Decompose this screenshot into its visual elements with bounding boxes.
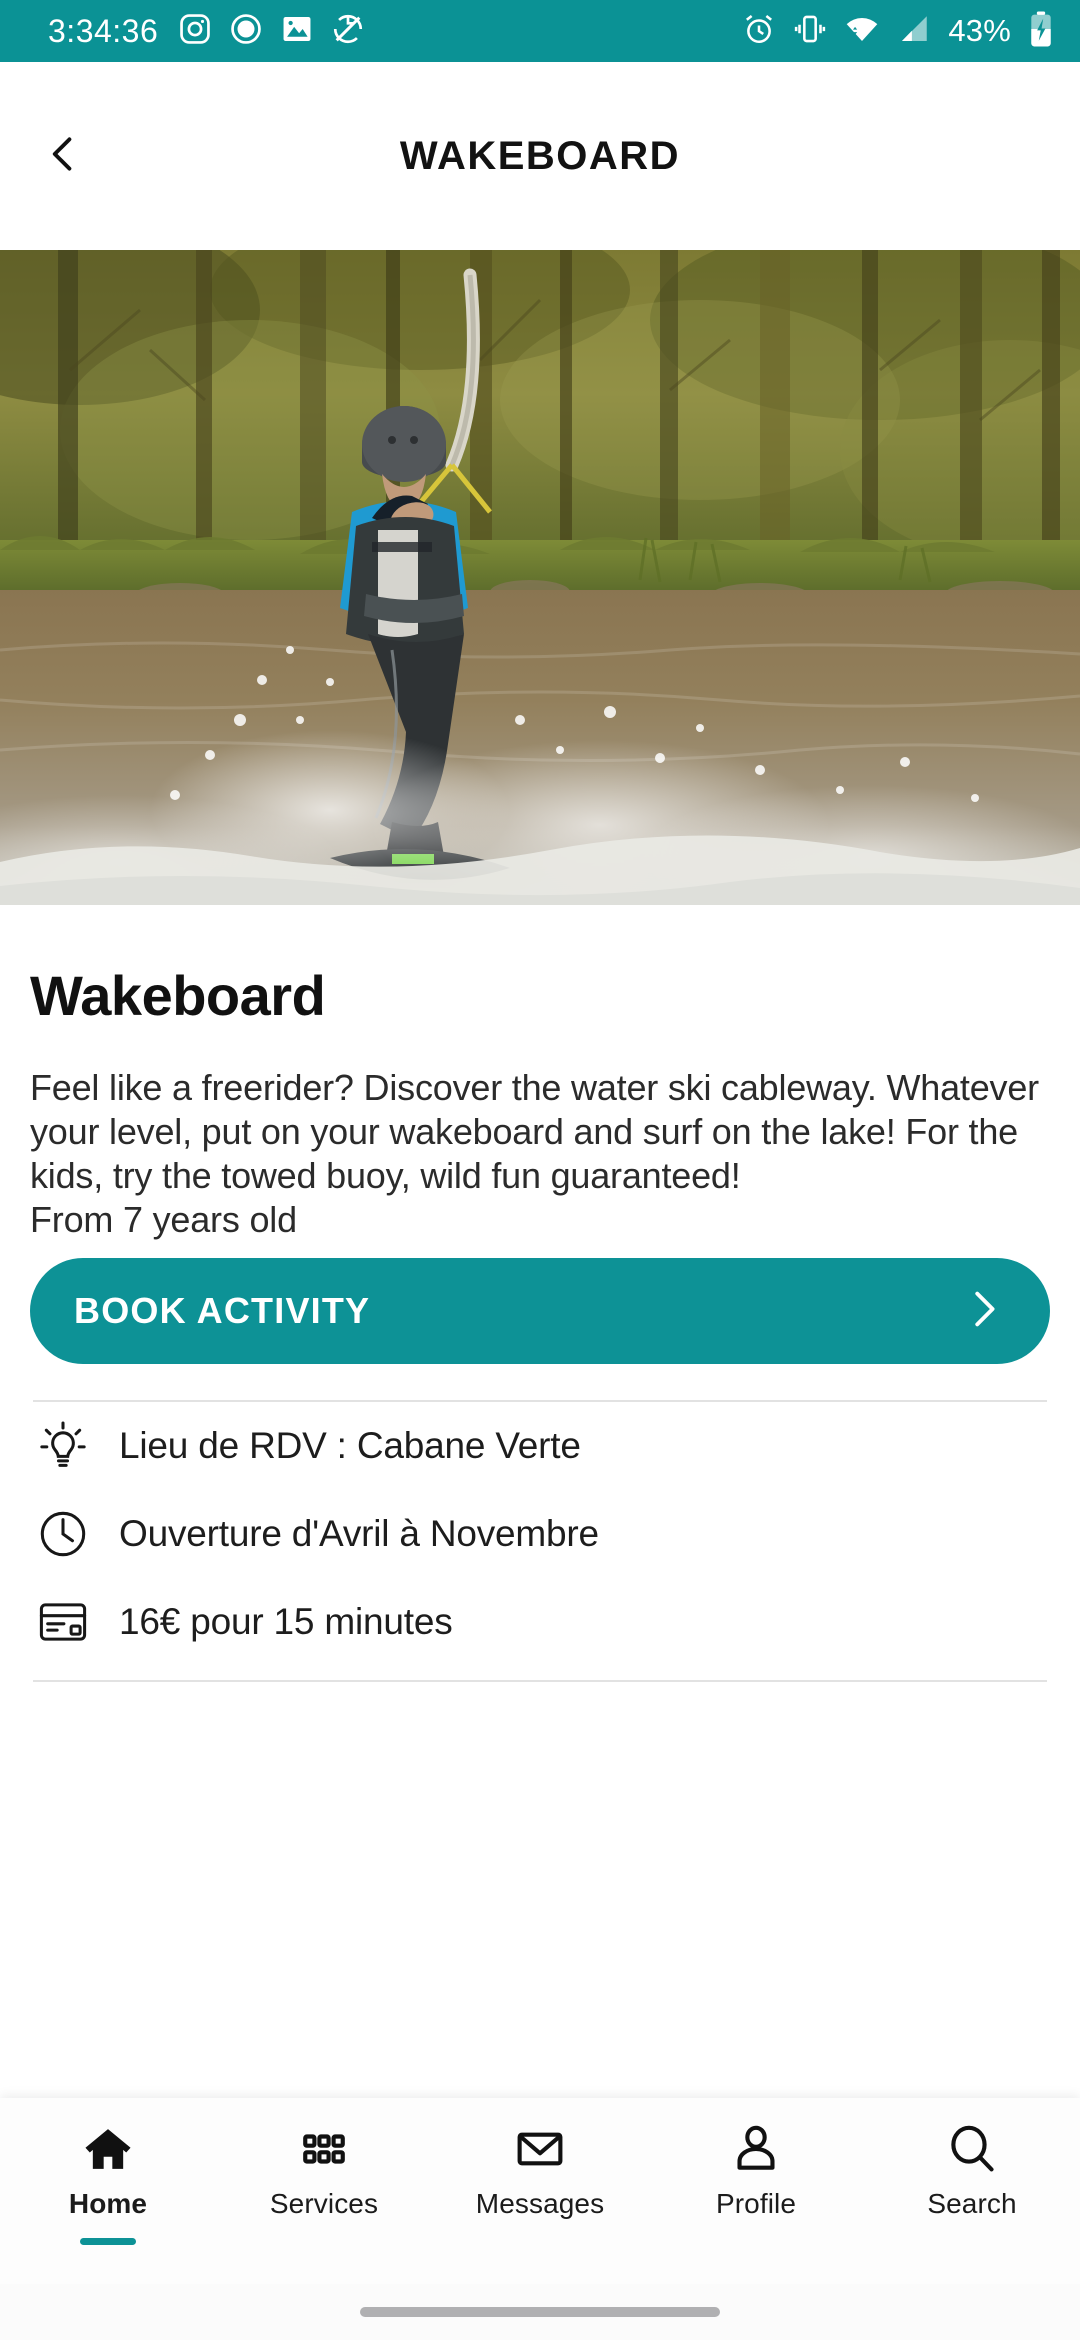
status-bar-notification-icons — [178, 12, 365, 51]
person-icon — [730, 2122, 782, 2176]
status-bar-clock: 3:34:36 — [48, 12, 159, 49]
envelope-icon — [514, 2122, 566, 2176]
activity-hero-image — [0, 250, 1080, 905]
chevron-left-icon — [41, 132, 85, 181]
nav-label-profile: Profile — [715, 2188, 797, 2219]
activity-title: Wakeboard — [30, 964, 326, 1027]
status-bar: 3:34:36 43% — [0, 0, 1080, 62]
activity-info-list: Lieu de RDV : Cabane Verte Ouverture d'A… — [30, 1402, 1050, 1666]
chevron-right-icon — [960, 1286, 1006, 1335]
info-text-price: 16€ pour 15 minutes — [119, 1600, 453, 1642]
lightbulb-icon — [33, 1416, 93, 1476]
battery-percent-label: 43% — [948, 13, 1011, 48]
home-indicator[interactable] — [360, 2307, 720, 2317]
status-bar-system-icons: 43% — [742, 11, 1054, 52]
nav-active-indicator — [80, 2238, 136, 2245]
alarm-icon — [742, 12, 776, 51]
info-text-meeting-point: Lieu de RDV : Cabane Verte — [119, 1424, 581, 1466]
system-gesture-area — [0, 2284, 1080, 2340]
info-text-opening-period: Ouverture d'Avril à Novembre — [119, 1512, 599, 1554]
app-bar: WAKEBOARD — [0, 62, 1080, 250]
search-icon — [946, 2122, 998, 2176]
nav-label-search: Search — [927, 2188, 1017, 2219]
book-activity-button[interactable]: BOOK ACTIVITY — [30, 1257, 1050, 1364]
nav-label-services: Services — [269, 2188, 379, 2219]
info-row-price: 16€ pour 15 minutes — [33, 1578, 1047, 1666]
instagram-icon — [178, 12, 212, 51]
no-sync-icon — [331, 12, 365, 51]
info-divider-bottom — [33, 1679, 1047, 1682]
photo-icon — [280, 12, 314, 51]
nav-item-messages[interactable]: Messages — [432, 2122, 648, 2220]
hero-illustration — [0, 250, 1080, 905]
wifi-icon — [844, 12, 880, 51]
nav-label-messages: Messages — [475, 2188, 605, 2219]
info-row-meeting-point: Lieu de RDV : Cabane Verte — [33, 1402, 1047, 1490]
vibrate-icon — [793, 12, 827, 51]
back-button[interactable] — [28, 121, 98, 191]
book-activity-label: BOOK ACTIVITY — [74, 1289, 371, 1331]
nav-label-home: Home — [68, 2188, 148, 2219]
credit-card-icon — [33, 1592, 93, 1652]
record-circle-icon — [229, 12, 263, 51]
nav-item-profile[interactable]: Profile — [648, 2122, 864, 2220]
info-row-opening-period: Ouverture d'Avril à Novembre — [33, 1490, 1047, 1578]
nav-item-services[interactable]: Services — [216, 2122, 432, 2220]
nav-item-home[interactable]: Home — [0, 2122, 216, 2245]
app-screen: 3:34:36 43% WAKEBOARD Wakeboard Feel lik… — [0, 0, 1080, 2340]
activity-description: Feel like a freerider? Discover the wate… — [30, 1067, 1039, 1240]
page-title: WAKEBOARD — [399, 133, 681, 178]
bottom-navigation-bar: Home Services Messages Profile Search — [0, 2098, 1080, 2284]
cellular-signal-icon — [897, 12, 931, 51]
home-icon — [82, 2122, 134, 2176]
grid-icon — [299, 2122, 349, 2176]
clock-icon — [33, 1504, 93, 1564]
nav-item-search[interactable]: Search — [864, 2122, 1080, 2220]
battery-charging-icon — [1028, 11, 1054, 52]
